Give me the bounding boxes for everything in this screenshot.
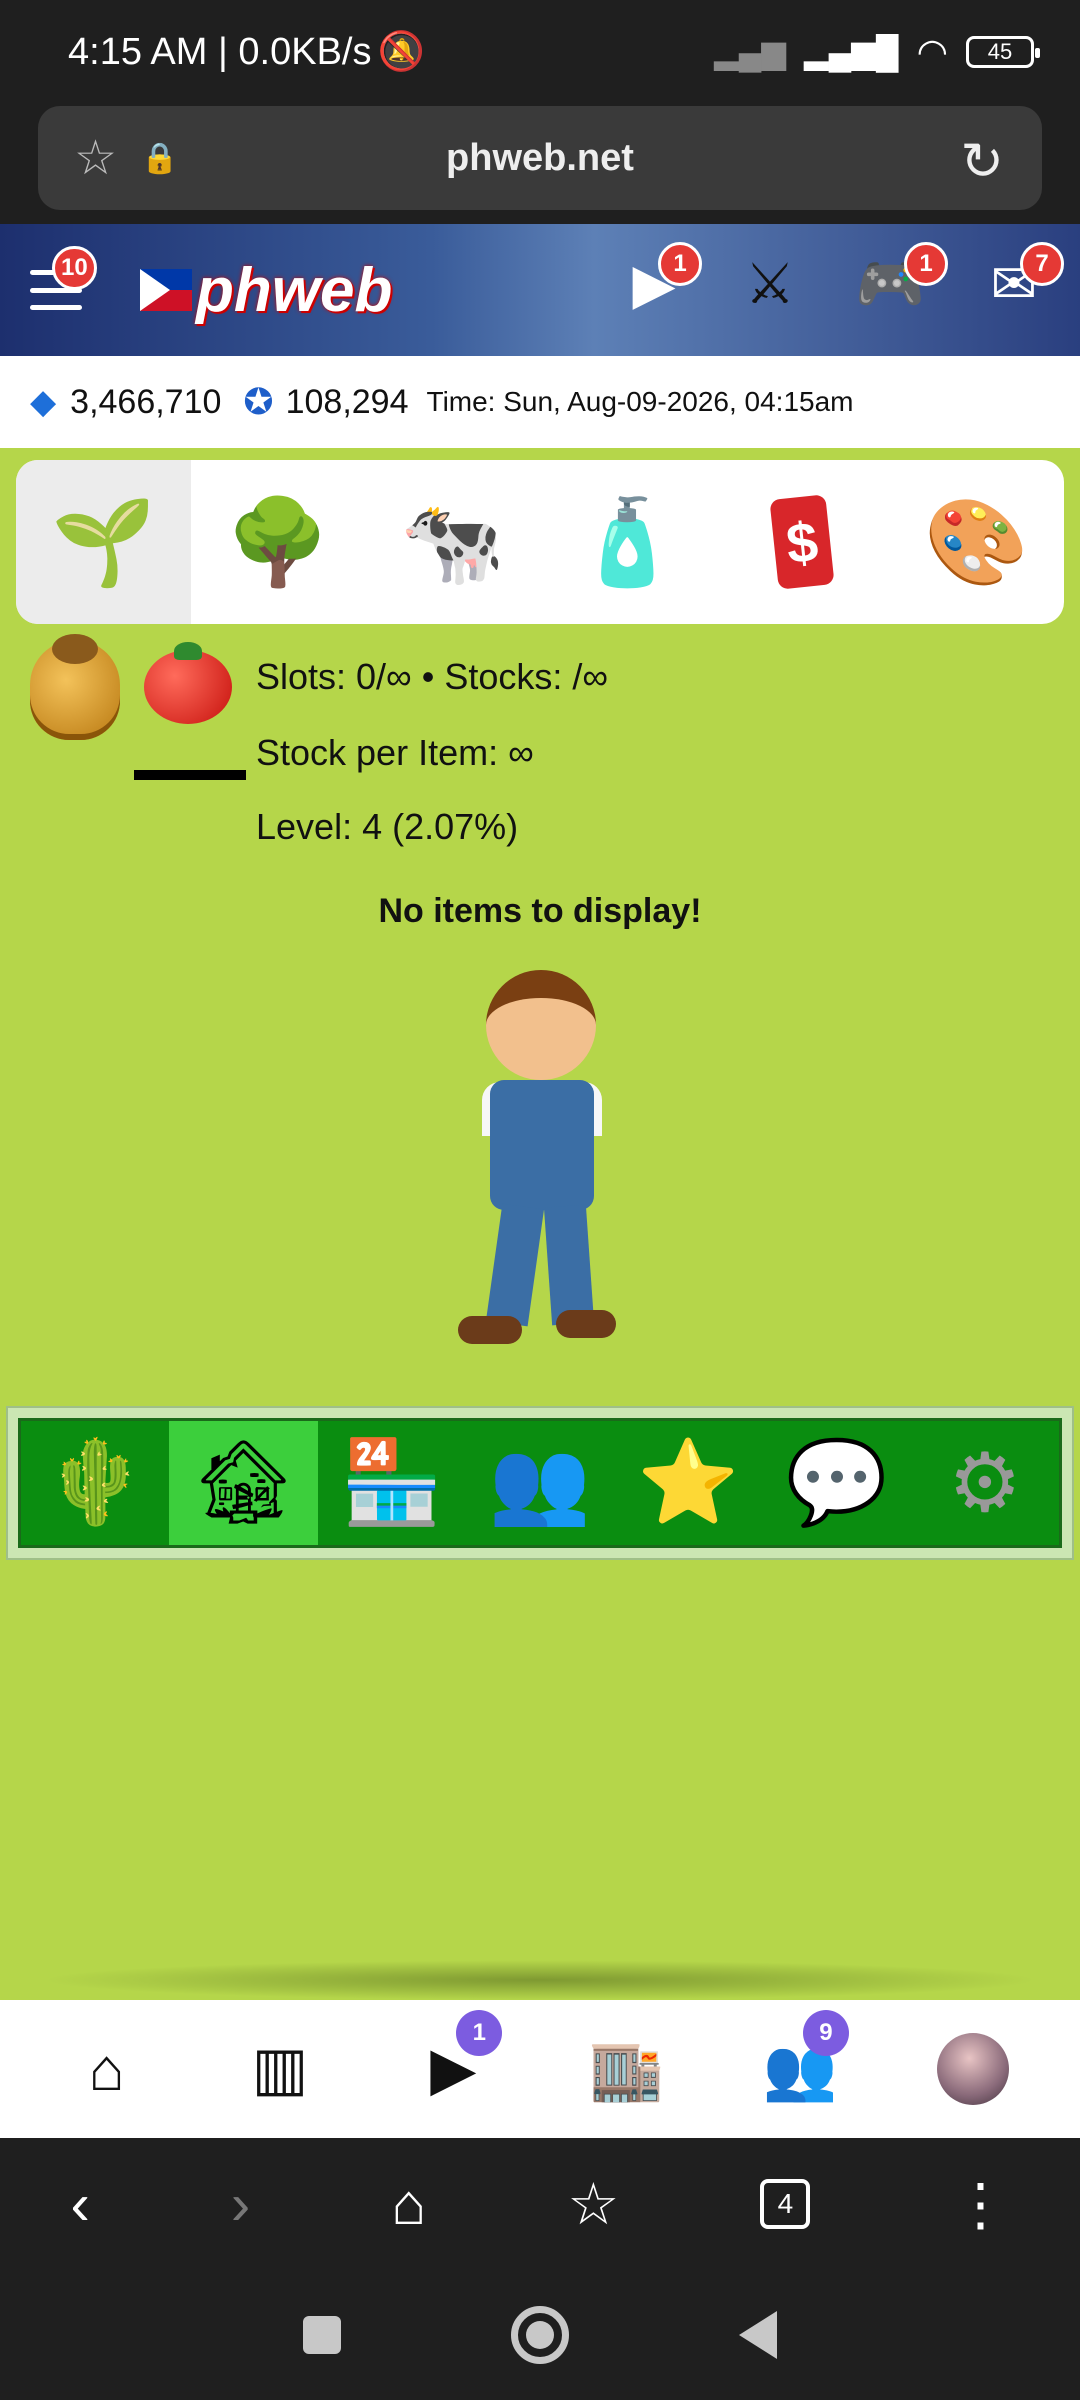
favorite-user-icon: ⭐ [637, 1437, 740, 1528]
system-home-icon[interactable] [511, 2306, 569, 2364]
category-tabs: 🌱 🌳 🐄 🧴 $ 🎨 [16, 460, 1064, 624]
wifi-icon: ◠ [916, 31, 948, 72]
tree-icon: 🌳 [225, 494, 331, 589]
tab-animals[interactable]: 🐄 [365, 460, 540, 624]
selected-indicator [134, 770, 246, 780]
status-bar: 4:15 AM | 0.0KB/s 🔕 ▂▄▆ ▂▄▆█ ◠ 45 [0, 0, 1080, 104]
slots-stocks: Slots: 0/∞ • Stocks: /∞ [256, 656, 609, 697]
seed-bag-icon[interactable] [30, 634, 120, 740]
forward-icon[interactable]: › [231, 2171, 250, 2238]
reload-icon[interactable]: ↻ [960, 132, 1004, 192]
signal-off-icon: ▂▄▆ [714, 34, 787, 70]
chat-icon: 💬 [785, 1437, 888, 1528]
app-bottom-nav: ⌂ ▥ ▶ 1 🏬 👥 9 [0, 2000, 1080, 2138]
dollar-card-icon: $ [769, 494, 835, 590]
tab-decor[interactable]: 🎨 [889, 460, 1064, 624]
level-progress: Level: 4 (2.07%) [256, 806, 519, 847]
farm-nav-chat[interactable]: 💬 [762, 1421, 910, 1545]
videos-nav-icon[interactable]: ▶ 1 [408, 2010, 503, 2114]
server-time: Time: Sun, Aug-09-2026, 04:15am [426, 386, 854, 417]
store-icon[interactable]: 🏬 [582, 2024, 672, 2114]
stats-icon[interactable]: ▥ [235, 2024, 325, 2114]
tomato-icon[interactable] [144, 642, 232, 724]
back-icon[interactable]: ‹ [71, 2171, 90, 2238]
system-back-icon[interactable] [739, 2311, 777, 2359]
community-badge: 9 [802, 2010, 849, 2056]
site-logo[interactable]: phweb [140, 255, 392, 326]
menu-button[interactable]: 10 [30, 246, 97, 310]
browser-home-icon[interactable]: ⌂ [391, 2171, 426, 2238]
farm-nav-shop[interactable]: 🏪 [318, 1421, 466, 1545]
barn-icon: 🏚 [191, 1437, 296, 1528]
lock-icon[interactable]: 🔒 [141, 141, 178, 176]
farm-nav-settings[interactable]: ⚙ [911, 1421, 1059, 1545]
paint-palette-icon: 🎨 [924, 494, 1029, 589]
tab-seeds[interactable]: 🌱 [16, 460, 191, 624]
cow-icon: 🐄 [400, 494, 505, 589]
diamond-icon: ◆ [30, 383, 57, 421]
empty-message: No items to display! [378, 892, 702, 930]
notifications-off-icon: 🔕 [377, 31, 425, 73]
recents-icon[interactable] [303, 2316, 341, 2354]
browser-toolbar: ☆ 🔒 phweb.net ↻ [0, 104, 1080, 224]
footer-shadow [40, 1960, 1040, 2000]
tab-market[interactable]: $ [715, 460, 890, 624]
stock-per-item: Stock per Item: ∞ [256, 732, 534, 773]
videos-badge: 1 [658, 242, 702, 286]
tab-sprays[interactable]: 🧴 [540, 460, 715, 624]
more-menu-icon[interactable]: ⋮ [951, 2170, 1009, 2238]
url-text[interactable]: phweb.net [38, 137, 1042, 180]
videos-nav-badge: 1 [456, 2010, 503, 2056]
profile-avatar[interactable] [928, 2024, 1018, 2114]
farm-nav: 🌵 🏚 🏪 👥 ⭐ 💬 ⚙ [6, 1406, 1074, 1560]
url-bar[interactable]: ☆ 🔒 phweb.net ↻ [38, 106, 1042, 210]
videos-icon[interactable]: ▶ 1 [618, 242, 702, 320]
battery-icon: 45 [966, 36, 1040, 68]
system-nav [0, 2270, 1080, 2400]
status-right: ▂▄▆ ▂▄▆█ ◠ 45 [714, 31, 1040, 73]
seedling-icon: 🌱 [51, 494, 156, 589]
farmer-character-image [456, 970, 636, 1350]
farm-nav-farm[interactable]: 🌵 [21, 1421, 169, 1545]
stats-panel: Slots: 0/∞ • Stocks: /∞ Stock per Item: … [0, 634, 1080, 880]
farm-nav-neighbors[interactable]: 👥 [466, 1421, 614, 1545]
gems-count: 3,466,710 [70, 382, 222, 421]
info-bar: ◆ 3,466,710 ✪ 108,294 Time: Sun, Aug-09-… [0, 356, 1080, 448]
menu-badge: 10 [52, 246, 97, 290]
tab-trees[interactable]: 🌳 [191, 460, 366, 624]
status-left: 4:15 AM | 0.0KB/s 🔕 [68, 30, 425, 74]
status-time-netspeed: 4:15 AM | 0.0KB/s [68, 30, 372, 73]
games-badge: 1 [904, 242, 948, 286]
gamepad-icon[interactable]: 🎮 1 [854, 242, 948, 320]
favorites-icon[interactable]: ☆ [567, 2170, 619, 2238]
inbox-badge: 7 [1020, 242, 1064, 286]
inbox-icon[interactable]: ✉ 7 [978, 242, 1064, 320]
settings-gears-icon: ⚙ [948, 1437, 1022, 1529]
philippine-flag-icon [140, 269, 192, 311]
signal-icon: ▂▄▆█ [804, 34, 899, 70]
shop-icon: 🏪 [340, 1437, 443, 1528]
farm-plot-icon: 🌵 [44, 1437, 147, 1528]
spray-can-icon: 🧴 [575, 494, 680, 589]
ribbon-icon: ✪ [243, 381, 274, 422]
avatar [937, 2033, 1010, 2105]
neighbors-icon: 👥 [488, 1437, 592, 1528]
community-icon[interactable]: 👥 9 [755, 2010, 849, 2114]
farm-nav-barn[interactable]: 🏚 [169, 1421, 318, 1545]
points-count: 108,294 [285, 382, 409, 421]
browser-nav: ‹ › ⌂ ☆ 4 ⋮ [0, 2138, 1080, 2270]
farm-nav-favorites[interactable]: ⭐ [614, 1421, 762, 1545]
bookmark-star-icon[interactable]: ☆ [74, 130, 117, 186]
battle-swords-icon[interactable]: ⚔ [734, 248, 806, 320]
home-icon[interactable]: ⌂ [62, 2024, 152, 2114]
tabs-icon[interactable]: 4 [760, 2179, 811, 2229]
